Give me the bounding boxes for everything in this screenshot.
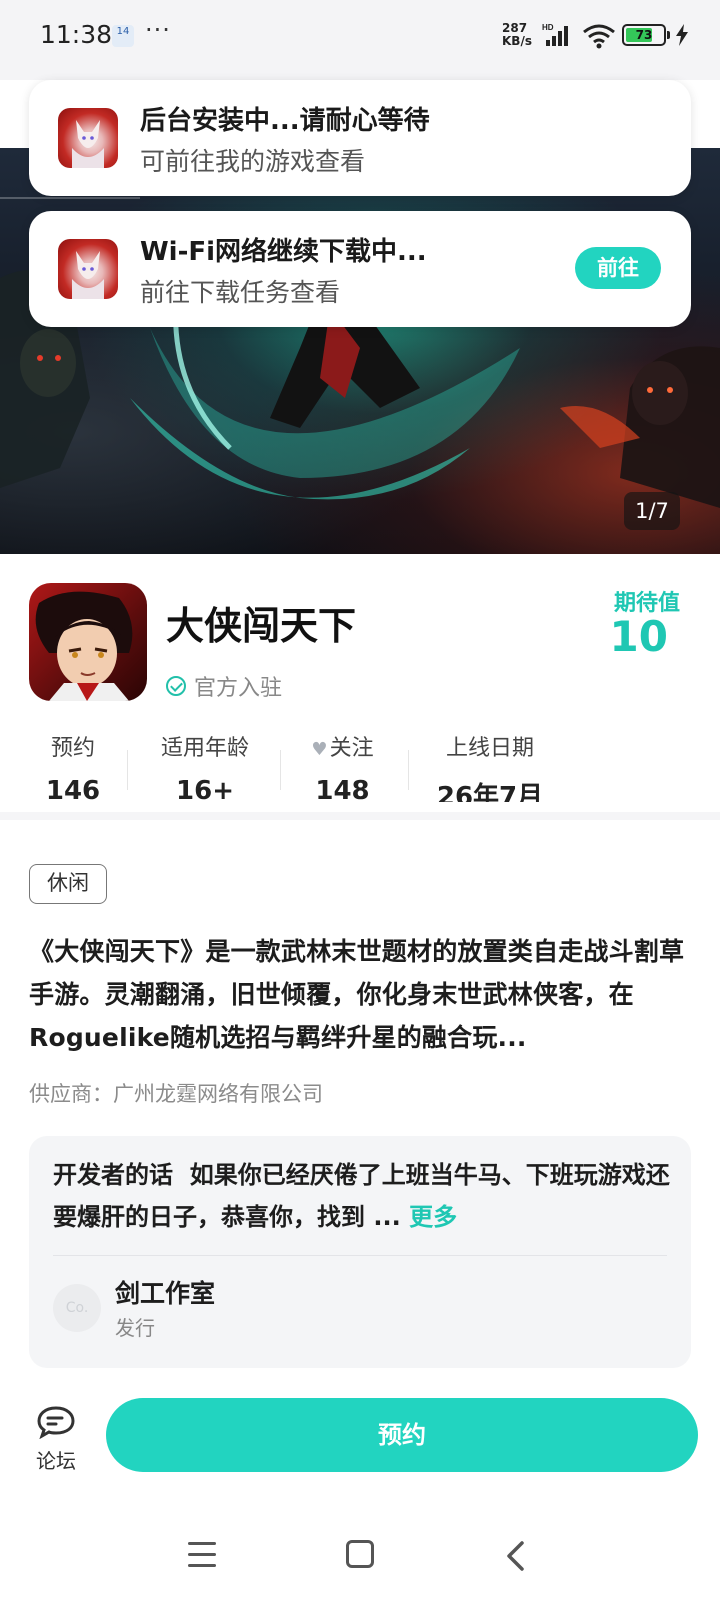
stat-release-date: 上线日期 26年7月 <box>425 730 555 802</box>
notification-subtitle: 可前往我的游戏查看 <box>140 147 366 176</box>
notification-app-icon <box>58 239 118 299</box>
wifi-icon <box>583 24 615 49</box>
card-divider <box>53 1255 667 1256</box>
heart-icon: ♥ <box>311 739 328 760</box>
status-bar: 11:38 14 ··· 287 KB/s HD 73 <box>0 0 720 80</box>
more-dots-icon: ··· <box>145 16 171 44</box>
banner-page-indicator: 1/7 <box>624 492 680 530</box>
stat-label-wrap: ♥关注 <box>295 730 390 762</box>
official-label: 官方入驻 <box>194 676 283 701</box>
battery-cap <box>667 31 670 39</box>
stat-value: 148 <box>315 776 370 802</box>
game-description[interactable]: 《大侠闯天下》是一款武林末世题材的放置类自走战斗割草手游。灵潮翻涌，旧世倾覆，你… <box>29 930 694 1059</box>
charging-icon <box>676 24 688 46</box>
stat-divider <box>127 750 128 790</box>
game-banner-carousel[interactable]: 1/7 <box>0 148 720 554</box>
calendar-icon: 14 <box>112 25 134 47</box>
stat-followers: ♥关注 148 <box>295 730 390 802</box>
go-to-downloads-button[interactable]: 前往 <box>575 247 661 289</box>
stat-divider <box>408 750 409 790</box>
install-notification[interactable]: 后台安装中...请耐心等待 可前往我的游戏查看 <box>29 80 691 196</box>
developer-message: 开发者的话 如果你已经厌倦了上班当牛马、下班玩游戏还要爆肝的日子，恭喜你，找到 … <box>53 1154 673 1238</box>
game-icon <box>29 583 147 701</box>
menu-icon[interactable] <box>188 1542 216 1568</box>
supplier-info: 供应商：广州龙霆网络有限公司 <box>29 1082 323 1106</box>
notification-title: 后台安装中...请耐心等待 <box>140 106 430 136</box>
studio-avatar[interactable]: Co. <box>53 1284 101 1332</box>
game-title: 大侠闯天下 <box>166 604 357 648</box>
genre-tag[interactable]: 休闲 <box>29 864 107 904</box>
studio-role: 发行 <box>115 1316 155 1340</box>
game-stats: 预约 146 适用年龄 16+ ♥关注 148 上线日期 26年7月 <box>0 730 720 802</box>
forum-label: 论坛 <box>36 1449 76 1473</box>
section-divider <box>0 812 720 820</box>
forum-button[interactable]: 论坛 <box>28 1405 84 1474</box>
notification-app-icon <box>58 108 118 168</box>
fox-character-icon <box>72 120 104 168</box>
studio-name[interactable]: 剑工作室 <box>115 1274 215 1310</box>
fox-character-icon <box>72 251 104 299</box>
stat-label: 上线日期 <box>445 736 534 761</box>
stat-reservations: 预约 146 <box>28 730 118 802</box>
system-nav-bar <box>0 1520 720 1600</box>
official-badge: 官方入驻 <box>166 670 282 702</box>
hero-portrait-icon <box>35 591 133 701</box>
stat-value: 26年7月 <box>436 782 544 802</box>
reserve-button[interactable]: 预约 <box>106 1398 698 1472</box>
chat-bubble-icon <box>37 1406 75 1440</box>
home-icon[interactable] <box>346 1540 374 1568</box>
signal-icon: HD <box>542 23 568 46</box>
developer-card[interactable]: 开发者的话 如果你已经厌倦了上班当牛马、下班玩游戏还要爆肝的日子，恭喜你，找到 … <box>29 1136 691 1368</box>
notification-title: Wi-Fi网络继续下载中... <box>140 237 427 267</box>
verified-check-icon <box>166 676 186 696</box>
status-time: 11:38 <box>40 20 113 49</box>
signal-hd-label: HD <box>542 23 554 32</box>
network-speed-unit: KB/s <box>502 34 532 48</box>
back-icon[interactable] <box>504 1540 526 1572</box>
stat-label: 预约 <box>50 736 95 761</box>
developer-heading: 开发者的话 <box>53 1161 173 1189</box>
more-link[interactable]: 更多 <box>409 1203 457 1231</box>
stat-divider <box>280 750 281 790</box>
stat-label: 适用年龄 <box>160 736 249 761</box>
battery-icon: 73 <box>622 24 666 46</box>
expectation-score: 10 <box>609 612 668 661</box>
stat-value: 146 <box>45 776 101 802</box>
banner-artwork <box>0 197 720 508</box>
stat-value: 16+ <box>176 776 234 802</box>
stat-age-rating: 适用年龄 16+ <box>150 730 260 802</box>
download-notification[interactable]: Wi-Fi网络继续下载中... 前往下载任务查看 前往 <box>29 211 691 327</box>
network-speed: 287 KB/s <box>502 22 532 48</box>
battery-level: 73 <box>635 28 653 42</box>
notification-subtitle: 前往下载任务查看 <box>140 278 341 307</box>
stat-label: 关注 <box>329 736 374 761</box>
